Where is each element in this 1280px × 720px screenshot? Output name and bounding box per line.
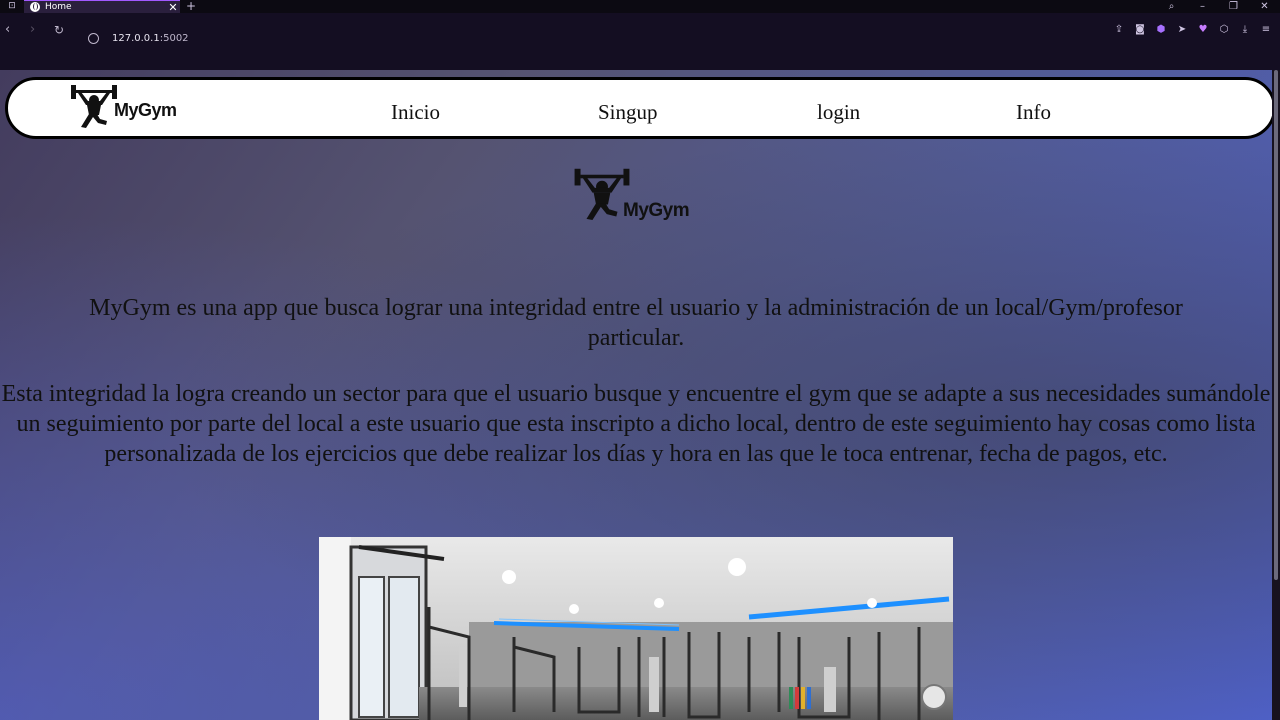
tab-actions-icon[interactable]: ⊡ — [2, 0, 22, 12]
back-icon[interactable]: ‹ — [5, 22, 10, 37]
close-window-icon[interactable]: ✕ — [1249, 1, 1280, 12]
heart-icon[interactable]: ♥ — [1197, 24, 1209, 36]
extensions-bar: ⇪ ◙ ⬢ ➤ ♥ ⬡ ⤓ ≡ — [1113, 24, 1272, 36]
site-info-icon[interactable] — [88, 33, 99, 44]
url-host: 127.0.0.1 — [112, 33, 160, 44]
share-icon[interactable]: ⇪ — [1113, 24, 1125, 36]
tab-strip: ⊡ Home ✕ + ⌕ – ❐ ✕ — [0, 0, 1280, 14]
tab-title: Home — [45, 2, 72, 12]
weightlifter-icon — [71, 85, 117, 128]
navbar-logo[interactable]: MyGym — [68, 83, 177, 131]
page-scrollbar[interactable] — [1272, 70, 1280, 720]
search-tabs-icon[interactable]: ⌕ — [1156, 1, 1187, 12]
download-icon[interactable]: ⤓ — [1239, 24, 1251, 36]
close-tab-icon[interactable]: ✕ — [166, 1, 180, 14]
scrollbar-thumb[interactable] — [1274, 70, 1278, 580]
gym-photo — [319, 537, 953, 720]
window-controls: ⌕ – ❐ ✕ — [1156, 0, 1280, 12]
nav-link-info[interactable]: Info — [1016, 100, 1051, 125]
nav-link-signup[interactable]: Singup — [598, 100, 658, 125]
camera-icon[interactable]: ◙ — [1134, 24, 1146, 36]
forward-icon[interactable]: › — [30, 22, 35, 37]
hero-logo-text: MyGym — [623, 200, 690, 221]
minimize-icon[interactable]: – — [1187, 1, 1218, 12]
globe-icon — [30, 2, 40, 12]
vpn-shield-icon[interactable]: ⬢ — [1155, 24, 1167, 36]
new-tab-button[interactable]: + — [186, 0, 196, 13]
nav-link-inicio[interactable]: Inicio — [391, 100, 440, 125]
page-viewport: MyGym Inicio Singup login Info MyGym MyG… — [0, 70, 1272, 720]
tab-home[interactable]: Home ✕ — [24, 0, 180, 14]
site-navbar: MyGym Inicio Singup login Info — [5, 77, 1272, 139]
cube-icon[interactable]: ⬡ — [1218, 24, 1230, 36]
browser-toolbar: ‹ › ↻ 127.0.0.1:5002 ⇪ ◙ ⬢ ➤ ♥ ⬡ ⤓ ≡ — [0, 13, 1280, 70]
reload-icon[interactable]: ↻ — [54, 23, 64, 37]
send-icon[interactable]: ➤ — [1176, 24, 1188, 36]
restore-icon[interactable]: ❐ — [1218, 1, 1249, 12]
logo-text: MyGym — [114, 100, 177, 120]
intro-paragraph: MyGym es una app que busca lograr una in… — [89, 295, 1183, 351]
hero-logo: MyGym — [571, 166, 690, 224]
description-paragraph: Esta integridad la logra creando un sect… — [1, 381, 1271, 467]
address-bar[interactable]: 127.0.0.1:5002 — [88, 33, 189, 44]
menu-icon[interactable]: ≡ — [1260, 24, 1272, 36]
url-port: :5002 — [159, 33, 189, 44]
gym-interior-image — [319, 537, 953, 720]
nav-link-login[interactable]: login — [817, 100, 860, 125]
